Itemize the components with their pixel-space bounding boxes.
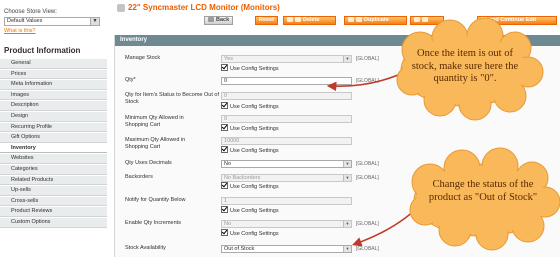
annotation-text-bottom: Change the status of the product as "Out… xyxy=(428,179,538,203)
annotation-arrow-qty xyxy=(326,71,406,92)
annotation-text-top: Once the item is out of stock, make sure… xyxy=(411,48,519,84)
annotation-layer xyxy=(326,17,560,251)
